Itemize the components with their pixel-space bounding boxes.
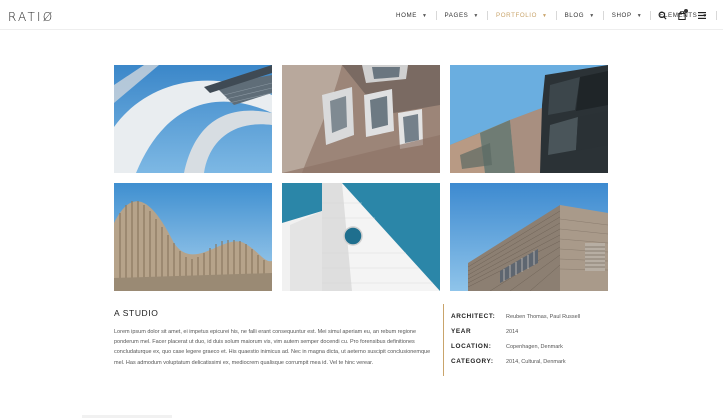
site-header: RATIØ HOME ▼ PAGES ▼ PORTFOLIO ▼ BLOG ▼ SHOP… <box>0 0 723 30</box>
menu-icon[interactable] <box>696 8 708 22</box>
nav-item-home[interactable]: HOME ▼ <box>388 11 436 20</box>
nav-item-label: BLOG <box>564 12 585 19</box>
nav-item-label: PORTFOLIO <box>495 12 538 19</box>
meta-label: CATEGORY: <box>451 358 494 365</box>
meta-row-architect: ARCHITECT: Reuben Thomas, Paul Russell <box>451 309 611 324</box>
gallery-image-round-window-wall[interactable] <box>282 183 440 291</box>
meta-label: ARCHITECT: <box>451 313 496 320</box>
details-divider <box>443 304 444 376</box>
nav-item-blog[interactable]: BLOG ▼ <box>557 11 603 20</box>
chevron-down-icon: ▼ <box>636 12 643 19</box>
meta-row-category: CATEGORY: 2014, Cultural, Denmark <box>451 354 611 369</box>
meta-label: LOCATION: <box>451 343 492 350</box>
nav-divider <box>715 11 717 20</box>
cart-icon[interactable] <box>676 8 688 22</box>
gallery-image-brick-building[interactable] <box>450 183 608 291</box>
gallery-image-wave-roof[interactable] <box>114 183 272 291</box>
meta-row-location: LOCATION: Copenhagen, Denmark <box>451 339 611 354</box>
nav-item-shop[interactable]: SHOP ▼ <box>604 11 651 20</box>
nav-item-label: PAGES <box>444 12 469 19</box>
gallery-image-copper-facade[interactable] <box>282 65 440 173</box>
chevron-down-icon: ▼ <box>473 12 479 19</box>
project-meta: ARCHITECT: Reuben Thomas, Paul Russell Y… <box>451 309 611 369</box>
nav-item-label: SHOP <box>611 12 632 19</box>
meta-label: YEAR <box>451 328 472 335</box>
nav-item-pages[interactable]: PAGES ▼ <box>437 11 487 20</box>
project-title: A STUDIO <box>114 308 159 318</box>
meta-value: Reuben Thomas, Paul Russell <box>506 313 581 320</box>
chevron-down-icon: ▼ <box>589 12 595 19</box>
gallery-image-curved-structure[interactable] <box>114 65 272 173</box>
chevron-down-icon: ▼ <box>542 12 548 19</box>
nav-item-portfolio[interactable]: PORTFOLIO ▼ <box>488 11 556 20</box>
cart-count-badge <box>684 9 688 13</box>
portfolio-gallery <box>114 65 609 292</box>
meta-value: Copenhagen, Denmark <box>506 343 563 350</box>
header-icons <box>652 8 712 22</box>
meta-value: 2014, Cultural, Denmark <box>506 358 566 365</box>
nav-item-label: HOME <box>396 12 417 19</box>
meta-value: 2014 <box>506 328 519 335</box>
meta-row-year: YEAR 2014 <box>451 324 611 339</box>
chevron-down-icon: ▼ <box>421 12 428 19</box>
site-logo[interactable]: RATIØ <box>8 10 54 24</box>
project-description: Lorem ipsum dolor sit amet, ei impetus e… <box>114 329 431 366</box>
gallery-image-geometric-building[interactable] <box>450 65 608 173</box>
search-icon[interactable] <box>656 8 668 22</box>
